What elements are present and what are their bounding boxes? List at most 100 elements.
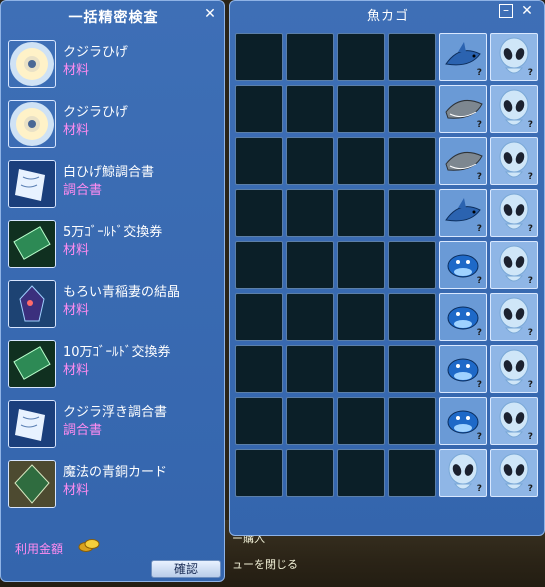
whale-fish-icon[interactable]: ?	[439, 137, 487, 185]
inventory-slot-empty[interactable]	[337, 137, 385, 185]
unknown-mark: ?	[527, 68, 533, 78]
list-item[interactable]: 魔法の青銅カード 材料	[5, 457, 220, 517]
item-name: 白ひげ鯨調合書	[63, 165, 155, 180]
item-name: 10万ｺﾞｰﾙﾄﾞ交換券	[63, 345, 171, 360]
list-item[interactable]: 5万ｺﾞｰﾙﾄﾞ交換券 材料	[5, 217, 220, 277]
background-menu-text-2: ューを閉じる	[232, 558, 298, 571]
inventory-slot-empty[interactable]	[388, 189, 436, 237]
alien-icon[interactable]: ?	[490, 241, 538, 289]
inventory-slot-empty[interactable]	[286, 189, 334, 237]
inventory-slot-empty[interactable]	[388, 137, 436, 185]
inventory-slot-empty[interactable]	[235, 449, 283, 497]
inventory-slot-empty[interactable]	[286, 241, 334, 289]
inventory-slot-empty[interactable]	[337, 293, 385, 341]
alien-icon[interactable]: ?	[490, 33, 538, 81]
fish-basket-window: 魚カゴ – ✕ ??????????????????	[229, 0, 545, 536]
window-title: 魚カゴ	[366, 9, 409, 24]
unknown-mark: ?	[527, 328, 533, 338]
item-type: 材料	[63, 483, 90, 498]
alien-icon[interactable]: ?	[490, 85, 538, 133]
inventory-slot-empty[interactable]	[286, 85, 334, 133]
alien-icon[interactable]: ?	[490, 397, 538, 445]
unknown-mark: ?	[476, 120, 482, 130]
inventory-slot-empty[interactable]	[235, 137, 283, 185]
dolphin-fish-icon[interactable]: ?	[439, 397, 487, 445]
list-item[interactable]: 白ひげ鯨調合書 調合書	[5, 157, 220, 217]
inventory-slot-empty[interactable]	[235, 345, 283, 393]
inventory-slot-empty[interactable]	[337, 397, 385, 445]
dolphin-fish-icon[interactable]: ?	[439, 345, 487, 393]
list-item[interactable]: クジラ浮き調合書 調合書	[5, 397, 220, 457]
scroll-icon	[8, 160, 56, 208]
alien-icon[interactable]: ?	[490, 345, 538, 393]
close-icon[interactable]: ✕	[203, 7, 217, 21]
item-name: クジラひげ	[63, 105, 129, 120]
alien-icon[interactable]: ?	[439, 449, 487, 497]
inventory-slot-empty[interactable]	[388, 85, 436, 133]
window-title: 一括精密検査	[68, 10, 159, 26]
list-item[interactable]: もろい青稲妻の結晶 材料	[5, 277, 220, 337]
unknown-mark: ?	[527, 432, 533, 442]
list-item[interactable]: クジラひげ 材料	[5, 37, 220, 97]
dolphin-fish-icon[interactable]: ?	[439, 241, 487, 289]
inventory-grid: ??????????????????	[235, 33, 538, 497]
inventory-slot-empty[interactable]	[337, 33, 385, 81]
unknown-mark: ?	[527, 120, 533, 130]
whale-fish-icon[interactable]: ?	[439, 85, 487, 133]
inventory-slot-empty[interactable]	[286, 345, 334, 393]
inventory-slot-empty[interactable]	[286, 33, 334, 81]
item-type: 調合書	[63, 183, 103, 198]
item-type: 材料	[63, 243, 90, 258]
inventory-slot-empty[interactable]	[235, 189, 283, 237]
inventory-slot-empty[interactable]	[235, 241, 283, 289]
unknown-mark: ?	[527, 172, 533, 182]
inventory-slot-empty[interactable]	[235, 397, 283, 445]
item-name: もろい青稲妻の結晶	[63, 285, 181, 300]
alien-icon[interactable]: ?	[490, 189, 538, 237]
dolphin-fish-icon[interactable]: ?	[439, 293, 487, 341]
item-type: 材料	[63, 123, 90, 138]
list-item[interactable]: 10万ｺﾞｰﾙﾄﾞ交換券 材料	[5, 337, 220, 397]
inventory-slot-empty[interactable]	[235, 293, 283, 341]
inventory-slot-empty[interactable]	[337, 189, 385, 237]
inventory-slot-empty[interactable]	[388, 33, 436, 81]
unknown-mark: ?	[476, 380, 482, 390]
alien-icon[interactable]: ?	[490, 449, 538, 497]
inventory-slot-empty[interactable]	[337, 449, 385, 497]
inventory-slot-empty[interactable]	[337, 345, 385, 393]
inventory-slot-empty[interactable]	[286, 137, 334, 185]
confirm-button[interactable]: 確認	[151, 560, 221, 578]
close-icon[interactable]: ✕	[520, 4, 534, 18]
inventory-slot-empty[interactable]	[235, 85, 283, 133]
shark-fish-icon[interactable]: ?	[439, 33, 487, 81]
item-name: クジラひげ	[63, 45, 129, 60]
item-type: 調合書	[63, 423, 103, 438]
unknown-mark: ?	[476, 432, 482, 442]
unknown-mark: ?	[476, 172, 482, 182]
inventory-slot-empty[interactable]	[388, 345, 436, 393]
inventory-slot-empty[interactable]	[286, 449, 334, 497]
whale-whisker-icon	[8, 100, 56, 148]
inventory-slot-empty[interactable]	[286, 293, 334, 341]
shark-fish-icon[interactable]: ?	[439, 189, 487, 237]
unknown-mark: ?	[527, 484, 533, 494]
inventory-slot-empty[interactable]	[286, 397, 334, 445]
inventory-slot-empty[interactable]	[337, 241, 385, 289]
list-item[interactable]: クジラひげ 材料	[5, 97, 220, 157]
alien-icon[interactable]: ?	[490, 137, 538, 185]
gold-ticket-icon	[8, 340, 56, 388]
inventory-slot-empty[interactable]	[388, 449, 436, 497]
inventory-slot-empty[interactable]	[337, 85, 385, 133]
item-type: 材料	[63, 63, 90, 78]
inventory-slot-empty[interactable]	[388, 241, 436, 289]
inventory-slot-empty[interactable]	[388, 397, 436, 445]
scroll-icon	[8, 400, 56, 448]
minimize-icon[interactable]: –	[499, 4, 513, 18]
unknown-mark: ?	[527, 224, 533, 234]
item-name: 5万ｺﾞｰﾙﾄﾞ交換券	[63, 225, 163, 240]
unknown-mark: ?	[476, 276, 482, 286]
inventory-slot-empty[interactable]	[388, 293, 436, 341]
item-type: 材料	[63, 363, 90, 378]
inventory-slot-empty[interactable]	[235, 33, 283, 81]
alien-icon[interactable]: ?	[490, 293, 538, 341]
